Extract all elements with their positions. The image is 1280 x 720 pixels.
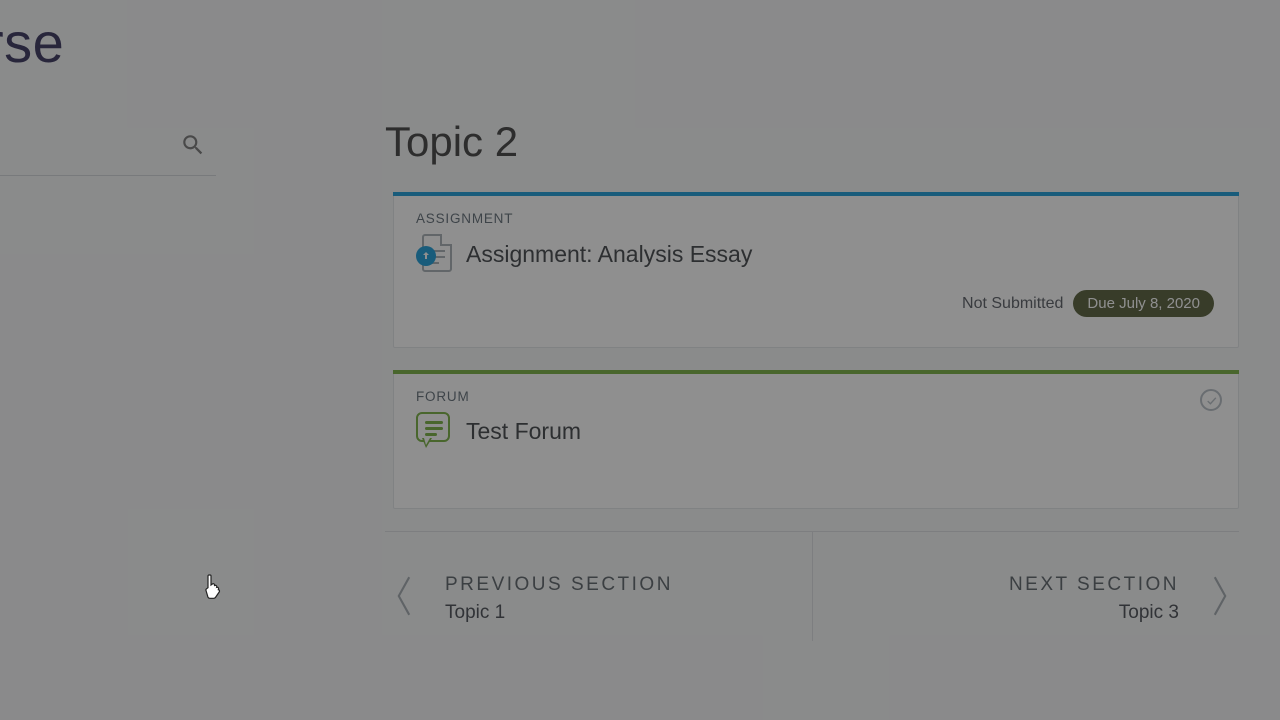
prev-section-topic: Topic 1 bbox=[445, 602, 673, 624]
next-section-eyebrow: NEXT SECTION bbox=[1009, 574, 1179, 596]
assignment-upload-icon bbox=[416, 234, 452, 274]
submission-status: Not Submitted bbox=[962, 295, 1063, 313]
activity-title: Assignment: Analysis Essay bbox=[466, 241, 752, 268]
next-section-topic: Topic 3 bbox=[1119, 602, 1179, 624]
search-icon[interactable] bbox=[180, 132, 206, 163]
activity-card-assignment[interactable]: ASSIGNMENT Assignment: Analysis Essay No… bbox=[393, 192, 1239, 348]
prev-section-link[interactable]: PREVIOUS SECTION Topic 1 bbox=[385, 532, 813, 641]
activity-card-forum[interactable]: FORUM Test Forum bbox=[393, 370, 1239, 509]
pointer-cursor-icon bbox=[203, 573, 223, 601]
next-section-link[interactable]: NEXT SECTION Topic 3 bbox=[813, 532, 1240, 641]
prev-section-eyebrow: PREVIOUS SECTION bbox=[445, 574, 673, 596]
activity-type-label: ASSIGNMENT bbox=[416, 211, 1216, 226]
chevron-right-icon bbox=[1207, 573, 1233, 624]
completion-check-icon[interactable] bbox=[1200, 389, 1222, 411]
topic-title: Topic 2 bbox=[385, 118, 1239, 166]
sidebar bbox=[0, 120, 216, 176]
forum-icon bbox=[416, 412, 452, 450]
course-title: Test Course bbox=[0, 10, 64, 75]
main-content: Topic 2 ASSIGNMENT Assignment: Analysis … bbox=[385, 118, 1239, 641]
section-nav: PREVIOUS SECTION Topic 1 NEXT SECTION To… bbox=[385, 531, 1239, 641]
due-date-pill: Due July 8, 2020 bbox=[1073, 290, 1214, 317]
chevron-left-icon bbox=[391, 573, 417, 624]
activity-title: Test Forum bbox=[466, 418, 581, 445]
card-accent-bar bbox=[393, 370, 1239, 374]
card-accent-bar bbox=[393, 192, 1239, 196]
activity-type-label: FORUM bbox=[416, 389, 1216, 404]
search-row bbox=[0, 120, 216, 176]
